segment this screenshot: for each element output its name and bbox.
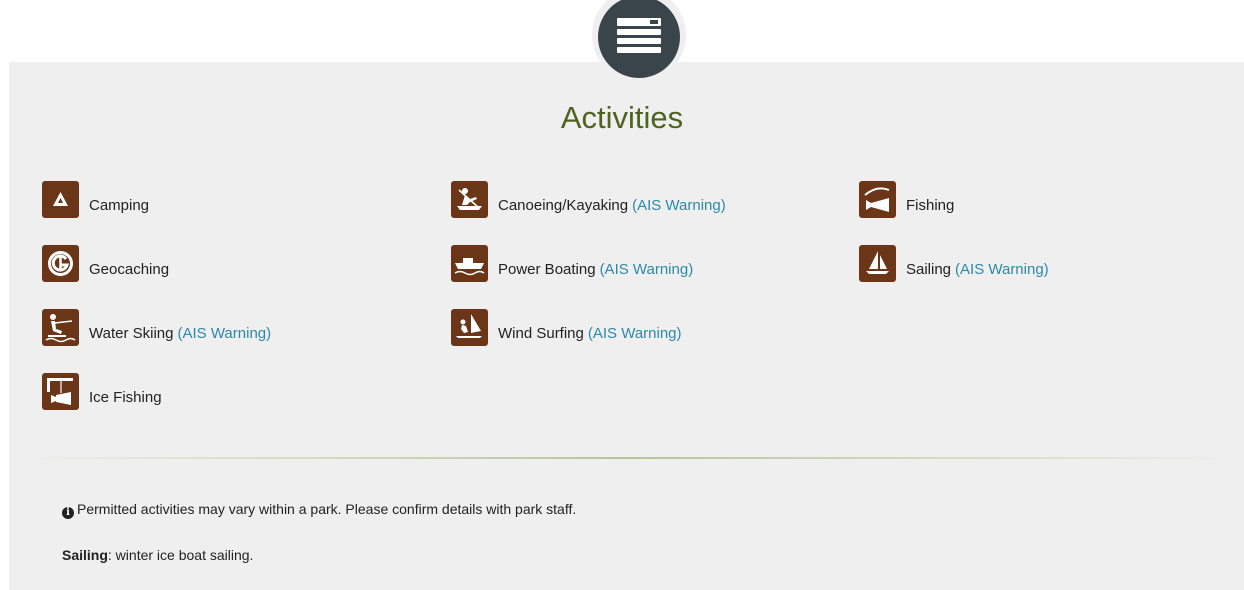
activity-label: Geocaching — [89, 260, 170, 278]
activity-camping: Camping — [42, 179, 149, 219]
divider — [9, 457, 1244, 459]
activity-geocaching: Geocaching — [42, 243, 169, 283]
page: Activities Camping Canoeing/Kayaking (AI… — [0, 0, 1244, 590]
activity-sailing: Sailing (AIS Warning) — [859, 243, 1049, 283]
info-icon: i — [62, 507, 74, 519]
activity-label: Ice Fishing — [89, 388, 162, 406]
fishing-icon — [859, 180, 896, 218]
activity-label: Wind Surfing — [498, 324, 584, 342]
canoeing-icon — [451, 180, 488, 218]
wind-surfing-icon — [451, 308, 488, 346]
camping-icon — [42, 180, 79, 218]
activity-wind-surfing: Wind Surfing (AIS Warning) — [451, 307, 682, 347]
sailing-icon — [859, 244, 896, 282]
activity-label: Camping — [89, 196, 150, 214]
activity-label: Water Skiing — [89, 324, 174, 342]
permitted-note: i Permitted activities may vary within a … — [62, 501, 576, 519]
activity-water-skiing: Water Skiing (AIS Warning) — [42, 307, 271, 347]
activity-label: Power Boating — [498, 260, 596, 278]
sailing-note: Sailing: winter ice boat sailing. — [62, 547, 253, 563]
activity-label: Sailing — [906, 260, 952, 278]
page-title: Activities — [560, 100, 684, 135]
ais-warning-link[interactable]: (AIS Warning) — [600, 261, 694, 278]
water-skiing-icon — [42, 308, 79, 346]
sailing-note-text: : winter ice boat sailing. — [107, 547, 254, 563]
activity-power-boating: Power Boating (AIS Warning) — [451, 243, 693, 283]
ais-warning-link[interactable]: (AIS Warning) — [632, 197, 726, 214]
ais-warning-link[interactable]: (AIS Warning) — [955, 261, 1049, 278]
ais-warning-link[interactable]: (AIS Warning) — [177, 325, 271, 342]
activity-label: Canoeing/Kayaking — [498, 196, 629, 214]
activity-ice-fishing: Ice Fishing — [42, 371, 162, 411]
power-boating-icon — [451, 244, 488, 282]
sailing-note-label: Sailing — [62, 547, 108, 563]
activity-canoeing: Canoeing/Kayaking (AIS Warning) — [451, 179, 726, 219]
ice-fishing-icon — [42, 372, 79, 410]
activity-label: Fishing — [906, 196, 955, 214]
geocaching-icon — [42, 244, 79, 282]
activity-fishing: Fishing — [859, 179, 954, 219]
permitted-text: Permitted activities may vary within a p… — [77, 501, 577, 517]
ais-warning-link[interactable]: (AIS Warning) — [588, 325, 682, 342]
